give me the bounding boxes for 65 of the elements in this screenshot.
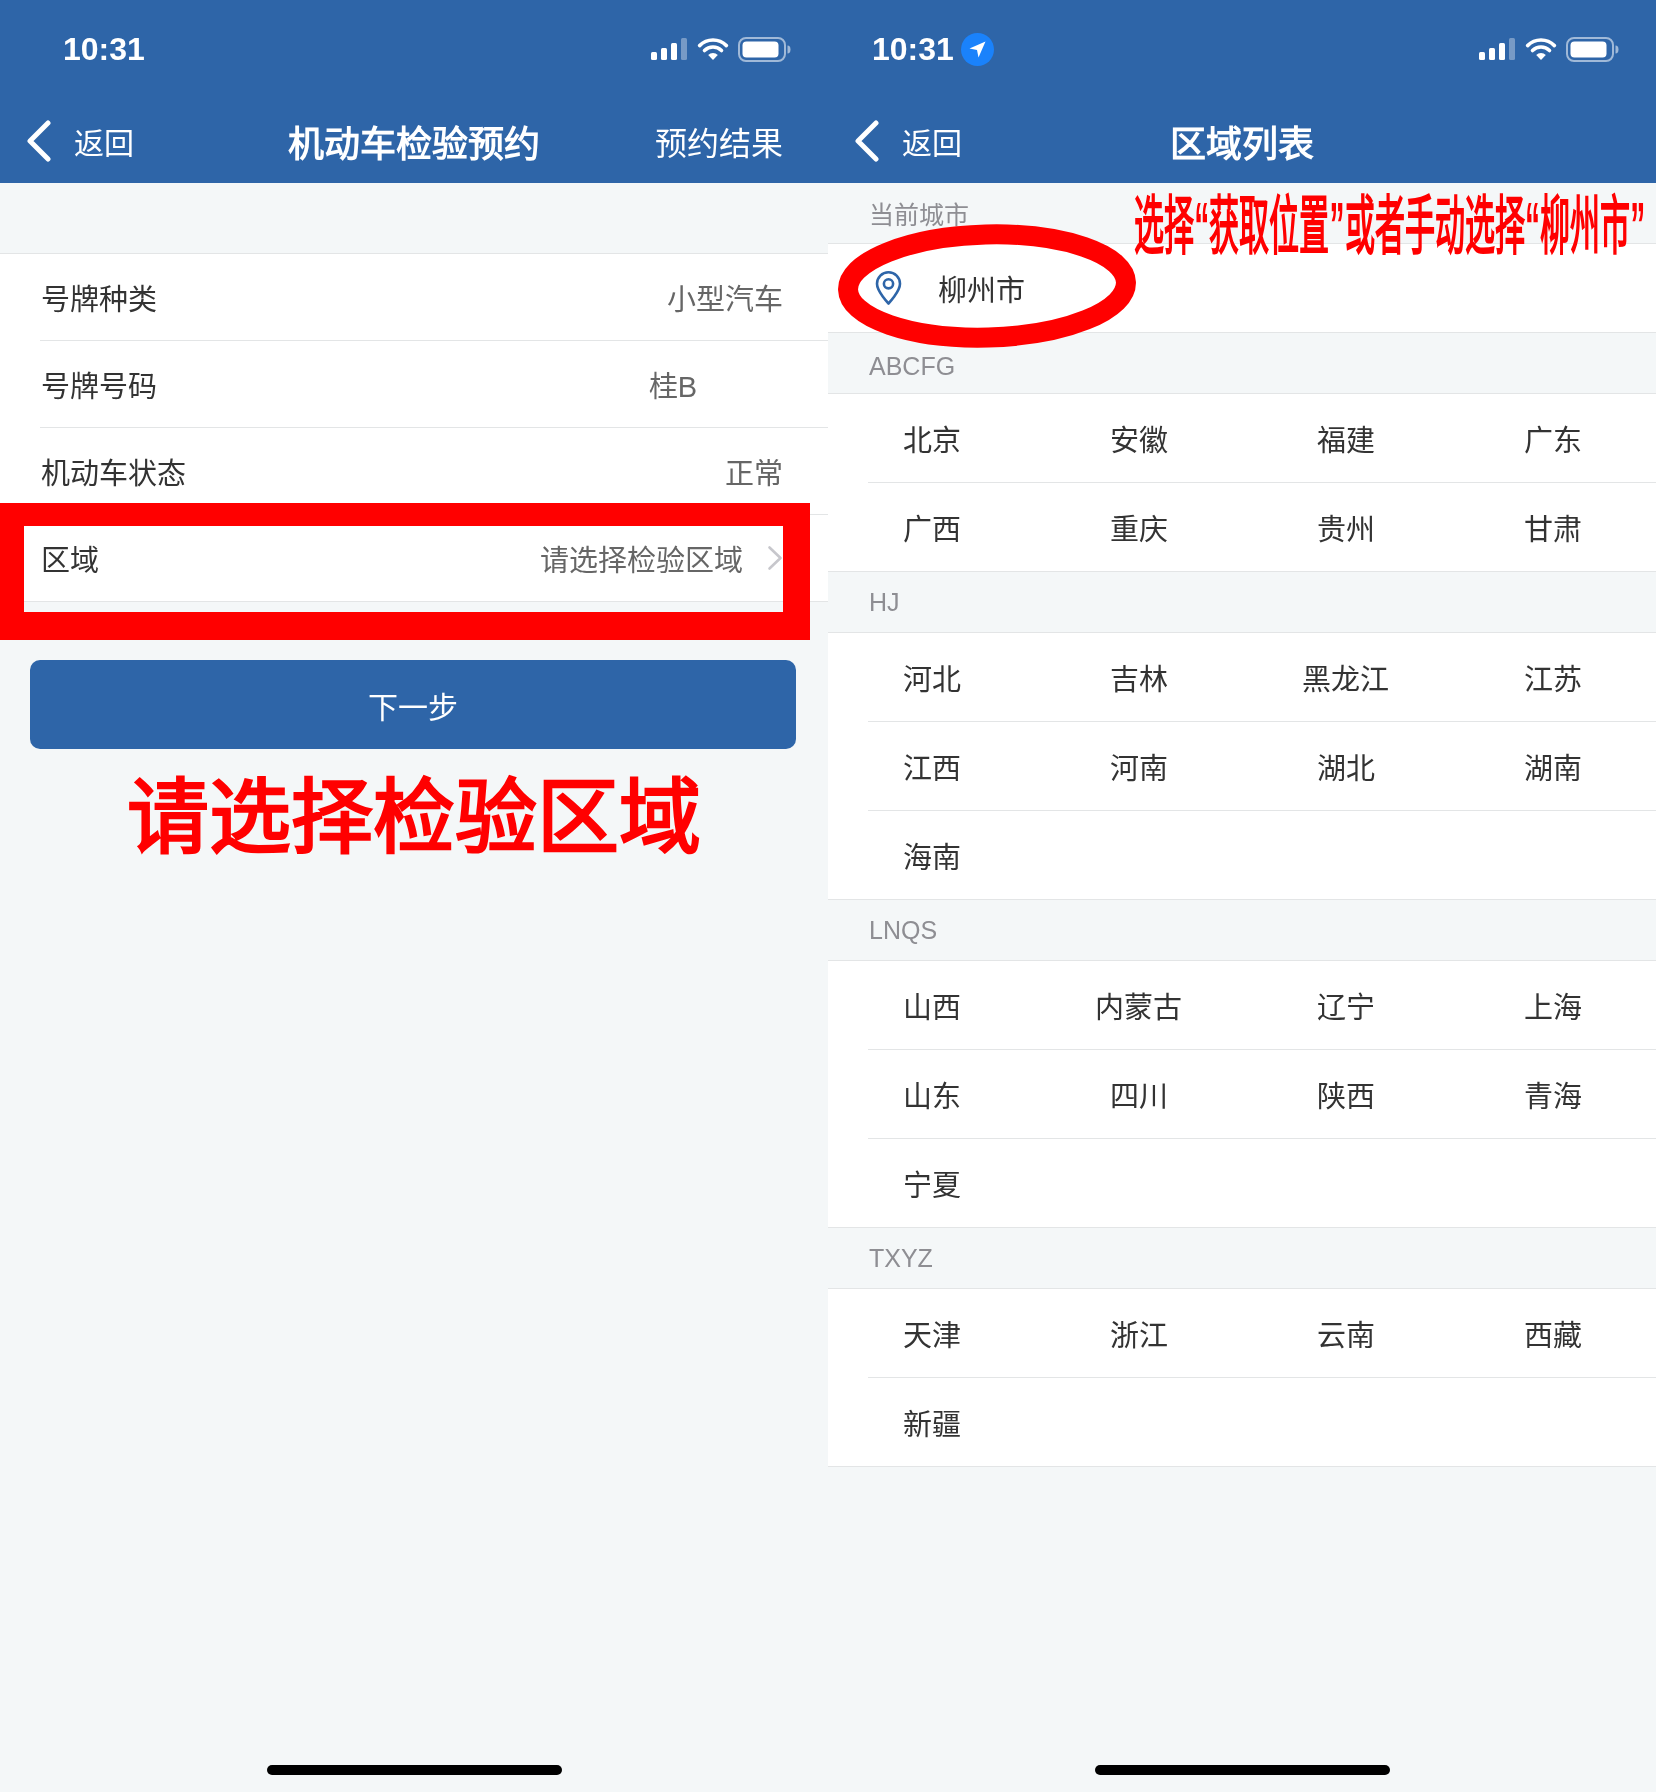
region-item[interactable]: 辽宁 [1316, 984, 1375, 1026]
page-title: 机动车检验预约 [288, 122, 540, 167]
section-header: LNQS [869, 915, 938, 945]
region-item[interactable]: 黑龙江 [1302, 656, 1389, 698]
region-item[interactable]: 海南 [902, 834, 961, 876]
battery-icon [738, 36, 791, 62]
region-item[interactable]: 江苏 [1523, 656, 1582, 698]
field-value: 小型汽车 [667, 283, 783, 318]
region-item[interactable]: 内蒙古 [1095, 984, 1182, 1026]
region-item[interactable]: 北京 [902, 417, 961, 459]
region-item[interactable]: 宁夏 [902, 1162, 961, 1204]
results-button[interactable]: 预约结果 [655, 117, 783, 164]
status-time: 10:31 [63, 30, 145, 68]
chevron-left-icon [854, 119, 880, 162]
region-item[interactable]: 上海 [1523, 984, 1582, 1026]
field-label: 机动车状态 [41, 457, 187, 492]
back-button[interactable]: 返回 [26, 118, 134, 163]
city-name[interactable]: 柳州市 [938, 267, 1025, 309]
location-pin-icon [875, 271, 902, 305]
region-item[interactable]: 广东 [1523, 417, 1582, 459]
annotation-text: 选择“获取位置”或者手动选择“柳州市” [1134, 194, 1646, 258]
region-item[interactable]: 西藏 [1523, 1312, 1582, 1354]
region-item[interactable]: 河南 [1109, 745, 1168, 787]
region-item[interactable]: 江西 [902, 745, 961, 787]
region-item[interactable]: 甘肃 [1523, 506, 1582, 548]
region-item[interactable]: 重庆 [1109, 506, 1168, 548]
status-time: 10:31 [872, 30, 954, 68]
section-header: TXYZ [869, 1243, 933, 1273]
field-label: 区域 [41, 544, 100, 579]
region-item[interactable]: 新疆 [902, 1401, 961, 1443]
region-item[interactable]: 湖北 [1316, 745, 1375, 787]
signal-icon [651, 38, 687, 60]
wifi-icon [697, 37, 729, 61]
region-item[interactable]: 河北 [902, 656, 961, 698]
page-title: 区域列表 [1170, 122, 1314, 167]
chevron-right-icon [767, 545, 783, 571]
signal-icon [1479, 38, 1515, 60]
region-item[interactable]: 青海 [1523, 1073, 1582, 1115]
back-button[interactable]: 返回 [854, 118, 962, 163]
next-button[interactable]: 下一步 [30, 660, 796, 749]
select-placeholder[interactable]: 请选择检验区域 [540, 537, 743, 579]
region-item[interactable]: 云南 [1316, 1312, 1375, 1354]
region-item[interactable]: 天津 [902, 1312, 961, 1354]
region-item[interactable]: 湖南 [1523, 745, 1582, 787]
region-item[interactable]: 福建 [1316, 417, 1375, 459]
field-label: 号牌号码 [41, 370, 158, 405]
region-item[interactable]: 贵州 [1316, 506, 1375, 548]
field-label: 号牌种类 [41, 283, 158, 318]
annotation-text: 请选择检验区域 [127, 773, 701, 864]
plate-prefix: 桂B [648, 370, 697, 405]
battery-icon [1566, 36, 1619, 62]
region-item[interactable]: 山东 [902, 1073, 961, 1115]
section-header: HJ [869, 587, 900, 617]
region-item[interactable]: 吉林 [1109, 656, 1168, 698]
section-header: ABCFG [869, 352, 956, 381]
region-item[interactable]: 安徽 [1109, 417, 1168, 459]
region-item[interactable]: 广西 [902, 506, 961, 548]
region-item[interactable]: 山西 [902, 984, 961, 1026]
section-header: 当前城市 [869, 200, 969, 231]
region-item[interactable]: 四川 [1109, 1073, 1168, 1115]
chevron-left-icon [26, 119, 52, 162]
wifi-icon [1525, 37, 1557, 61]
field-value: 正常 [725, 457, 783, 492]
region-item[interactable]: 陕西 [1316, 1073, 1375, 1115]
region-item[interactable]: 浙江 [1109, 1312, 1168, 1354]
